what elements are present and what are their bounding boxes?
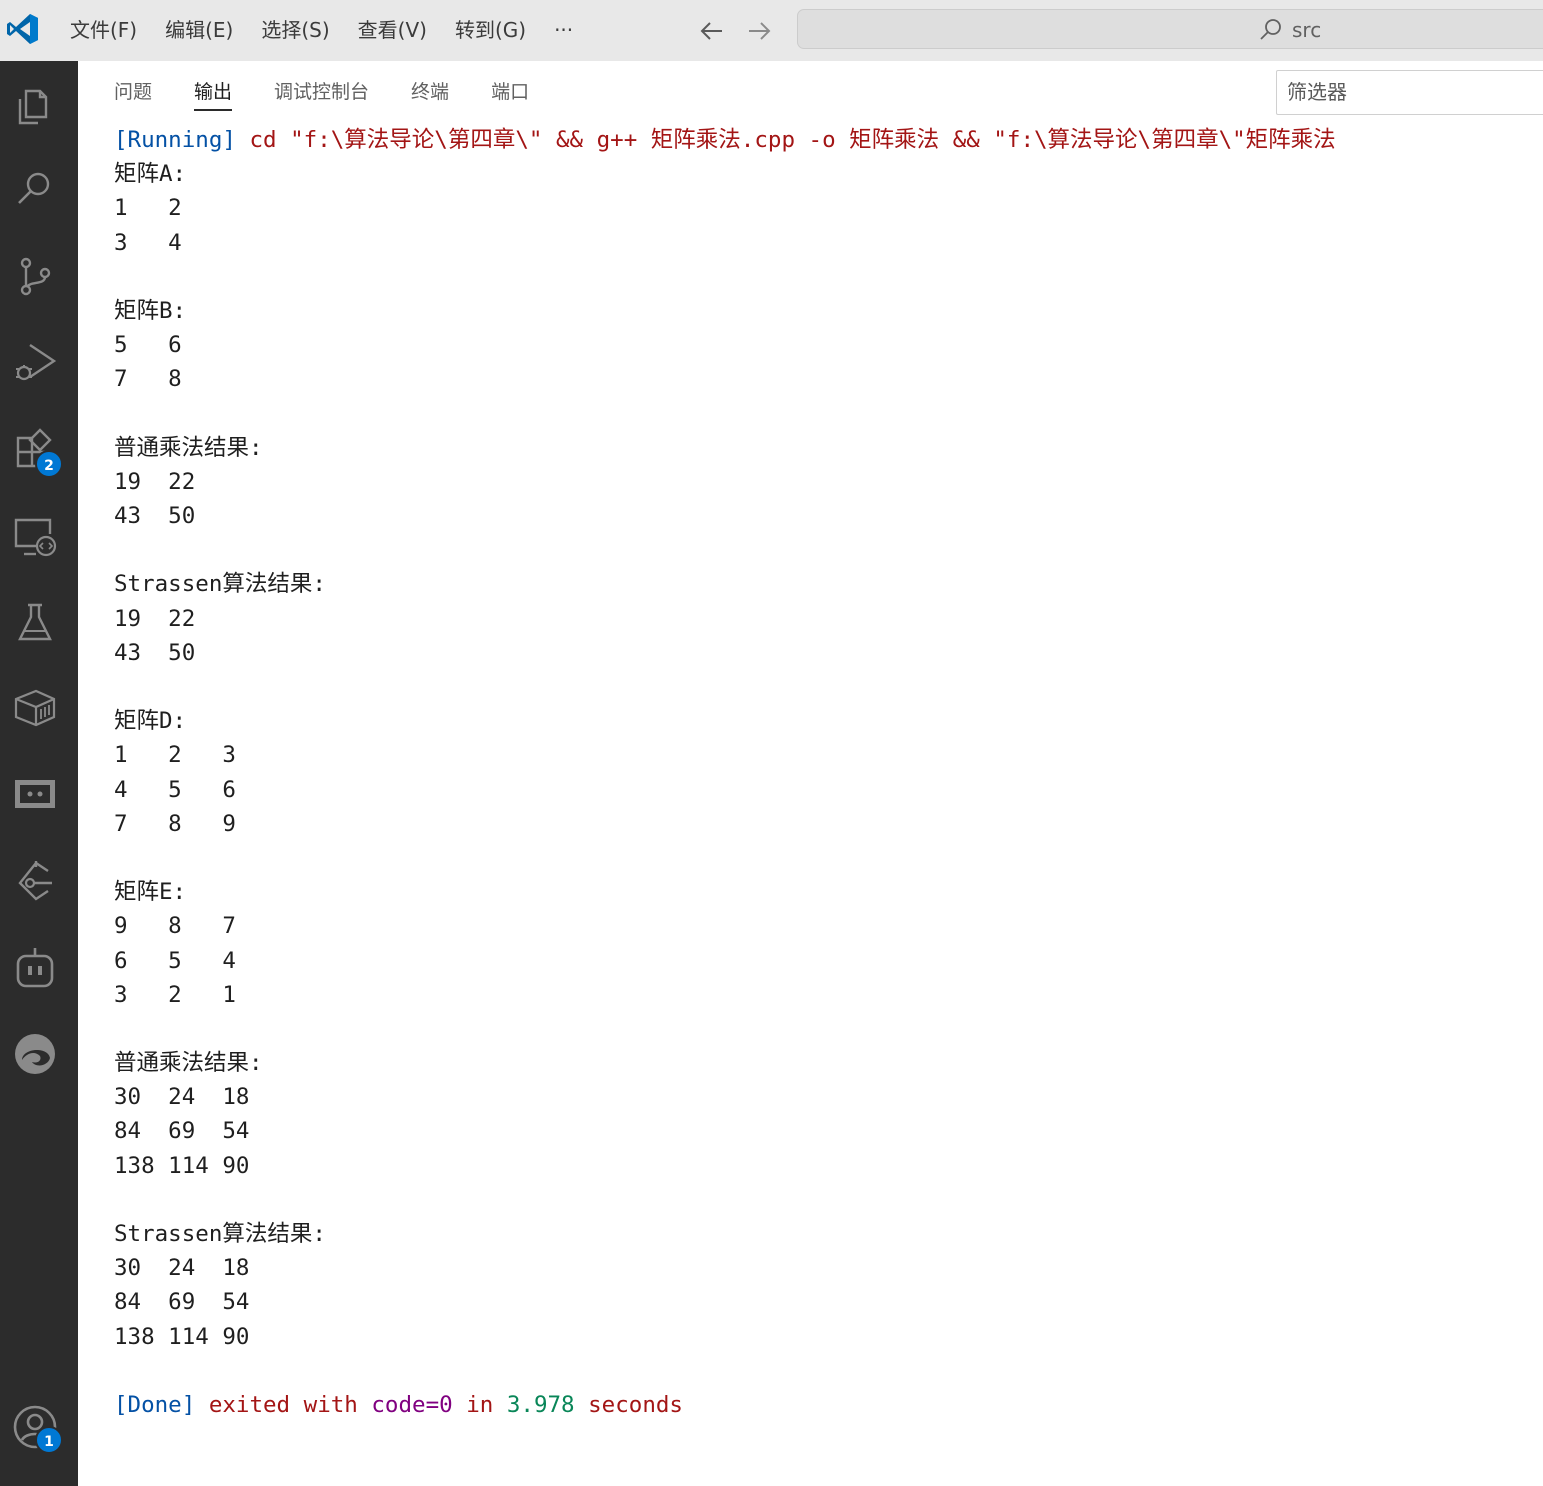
done-line: [Done] exited with code=0 in 3.978 secon… bbox=[114, 1388, 1534, 1422]
output-line: 84 69 54 bbox=[114, 1118, 250, 1145]
output-line: Strassen算法结果: bbox=[114, 571, 326, 598]
title-bar: 文件(F) 编辑(E) 选择(S) 查看(V) 转到(G) ··· src bbox=[0, 0, 1543, 61]
testing-icon[interactable] bbox=[12, 599, 58, 645]
menu-file[interactable]: 文件(F) bbox=[56, 0, 151, 61]
back-arrow-icon[interactable] bbox=[698, 17, 726, 45]
search-icon[interactable] bbox=[12, 166, 58, 212]
output-line: 4 5 6 bbox=[114, 776, 236, 803]
output-line: 138 114 90 bbox=[114, 1323, 250, 1350]
remote-explorer-icon[interactable] bbox=[12, 514, 58, 560]
output-line: 矩阵D: bbox=[114, 708, 187, 735]
output-line: 30 24 18 bbox=[114, 1255, 250, 1282]
running-tag: [Running] bbox=[114, 127, 236, 153]
output-lines: 矩阵A: 1 2 3 4 矩阵B: 5 6 7 8 普通乘法结果: 19 22 43 50 Str… bbox=[114, 157, 1534, 1388]
edge-devtools-icon[interactable] bbox=[12, 1030, 58, 1076]
output-line: Strassen算法结果: bbox=[114, 1221, 326, 1247]
output-line: 矩阵A: bbox=[114, 161, 187, 188]
source-control-icon[interactable] bbox=[12, 253, 58, 299]
vscode-logo-icon[interactable] bbox=[6, 12, 40, 46]
output-line: 普通乘法结果: bbox=[114, 434, 263, 461]
menu-edit[interactable]: 编辑(E) bbox=[151, 0, 247, 61]
done-seconds-text: seconds bbox=[574, 1391, 683, 1418]
tab-ports[interactable]: 端口 bbox=[491, 61, 529, 123]
done-exit-code: code=0 bbox=[371, 1391, 453, 1418]
menu-bar: 文件(F) 编辑(E) 选择(S) 查看(V) 转到(G) ··· bbox=[56, 0, 587, 61]
gitlens-icon[interactable] bbox=[12, 857, 58, 903]
output-line: 84 69 54 bbox=[114, 1289, 250, 1316]
copilot-icon[interactable] bbox=[12, 944, 58, 990]
output-line: 3 2 1 bbox=[114, 981, 236, 1008]
menu-view[interactable]: 查看(V) bbox=[344, 0, 441, 61]
extensions-badge: 2 bbox=[35, 450, 63, 478]
output-line: 3 4 bbox=[114, 229, 182, 256]
output-panel: 问题 输出 调试控制台 终端 端口 筛选器 [Running] cd "f:\算… bbox=[78, 61, 1543, 1486]
tab-terminal[interactable]: 终端 bbox=[411, 61, 449, 123]
output-line: 43 50 bbox=[114, 503, 196, 530]
output-line: 普通乘法结果: bbox=[114, 1050, 263, 1077]
activity-bar: 2 1 bbox=[0, 61, 78, 1486]
tab-debug-console[interactable]: 调试控制台 bbox=[274, 61, 369, 123]
output-line: 矩阵B: bbox=[114, 297, 187, 324]
accounts-badge: 1 bbox=[35, 1426, 63, 1454]
output-line: 19 22 bbox=[114, 468, 196, 495]
done-tag: [Done] bbox=[114, 1391, 196, 1418]
done-in-text: in bbox=[452, 1391, 507, 1418]
command-center-text: src bbox=[1292, 18, 1322, 42]
search-icon bbox=[1260, 19, 1281, 40]
output-line: 43 50 bbox=[114, 639, 196, 666]
output-line: 6 5 4 bbox=[114, 947, 236, 974]
output-line: 1 2 bbox=[114, 195, 182, 222]
output-content: [Running] cd "f:\算法导论\第四章\" && g++ 矩阵乘法.… bbox=[114, 123, 1534, 1422]
containers-icon[interactable] bbox=[12, 685, 58, 731]
output-line: 138 114 90 bbox=[114, 1152, 250, 1179]
remote-ssh-icon[interactable] bbox=[12, 771, 58, 817]
menu-go[interactable]: 转到(G) bbox=[441, 0, 540, 61]
output-line: 7 8 9 bbox=[114, 810, 236, 837]
menu-more[interactable]: ··· bbox=[540, 0, 587, 61]
explorer-icon[interactable] bbox=[12, 81, 58, 127]
tab-problems[interactable]: 问题 bbox=[114, 61, 152, 123]
tab-output[interactable]: 输出 bbox=[194, 61, 233, 123]
forward-arrow-icon[interactable] bbox=[745, 17, 773, 45]
output-line: 30 24 18 bbox=[114, 1084, 250, 1111]
filter-input[interactable]: 筛选器 bbox=[1276, 70, 1543, 115]
output-line: 9 8 7 bbox=[114, 913, 236, 940]
running-line: [Running] cd "f:\算法导论\第四章\" && g++ 矩阵乘法.… bbox=[114, 123, 1534, 157]
output-line: 5 6 bbox=[114, 332, 182, 359]
output-line: 1 2 3 bbox=[114, 742, 236, 769]
run-debug-icon[interactable] bbox=[12, 339, 58, 385]
done-exited-text: exited with bbox=[195, 1391, 372, 1418]
panel-tabs: 问题 输出 调试控制台 终端 端口 bbox=[114, 61, 571, 123]
output-line: 7 8 bbox=[114, 366, 182, 393]
menu-selection[interactable]: 选择(S) bbox=[247, 0, 343, 61]
output-line: 19 22 bbox=[114, 605, 196, 632]
done-elapsed-time: 3.978 bbox=[506, 1391, 575, 1418]
running-command: cd "f:\算法导论\第四章\" && g++ 矩阵乘法.cpp -o 矩阵乘… bbox=[235, 127, 1336, 153]
output-line: 矩阵E: bbox=[114, 879, 187, 906]
command-center[interactable]: src bbox=[797, 9, 1543, 49]
